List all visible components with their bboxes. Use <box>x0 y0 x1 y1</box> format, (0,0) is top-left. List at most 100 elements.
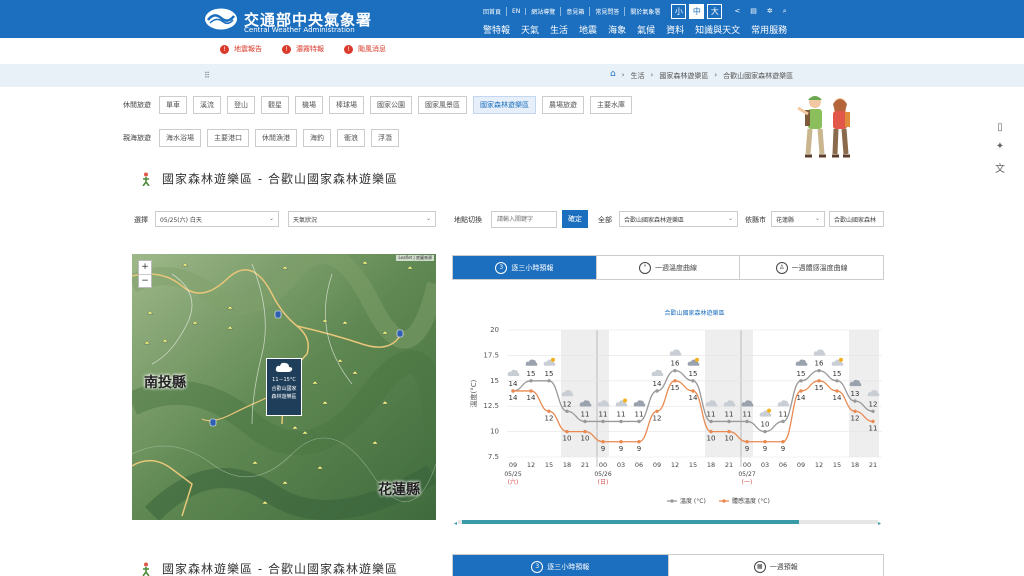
location-search-input[interactable] <box>491 211 557 228</box>
tab-weekly-bottom[interactable]: ▦ 一週預報 <box>669 555 884 576</box>
print-icon[interactable]: ▤ <box>750 7 757 16</box>
breadcrumb-item[interactable]: 生活 <box>631 71 645 81</box>
nav-knowledge[interactable]: 知識與天文 <box>695 23 740 36</box>
chip-cycling[interactable]: 單車 <box>159 96 187 114</box>
chip-scenic-area[interactable]: 國家風景區 <box>418 96 467 114</box>
poi-marker-icon[interactable] <box>406 265 414 270</box>
chip-surfing[interactable]: 衝浪 <box>337 129 365 147</box>
chip-airport[interactable]: 機場 <box>295 96 323 114</box>
tab-weekly-temp[interactable]: ° 一週溫度曲線 <box>597 256 741 279</box>
tab-3hour[interactable]: 3 逐三小時預報 <box>453 256 597 279</box>
chip-hiking[interactable]: 登山 <box>227 96 255 114</box>
alert-typhoon[interactable]: ! 颱風消息 <box>344 44 386 54</box>
poi-marker-icon[interactable] <box>191 320 199 325</box>
translate-icon[interactable]: 文 <box>992 160 1008 175</box>
chip-stargazing[interactable]: 觀星 <box>261 96 289 114</box>
data-point <box>871 409 875 413</box>
chip-farm[interactable]: 農場旅遊 <box>542 96 584 114</box>
tab-3hour-bottom[interactable]: 3 逐三小時預報 <box>453 555 669 576</box>
weather-select[interactable]: 天氣狀況 ⌄ <box>288 211 436 227</box>
gear-icon[interactable]: ✲ <box>767 7 773 16</box>
poi-marker-icon[interactable] <box>181 262 189 267</box>
chip-national-park[interactable]: 國家公園 <box>370 96 412 114</box>
chip-baseball[interactable]: 棒球場 <box>329 96 364 114</box>
poi-marker-icon[interactable] <box>146 310 154 315</box>
chip-sea-fishing[interactable]: 海釣 <box>303 129 331 147</box>
menu-dots-icon[interactable]: ⠿ <box>204 71 210 80</box>
poi-marker-icon[interactable] <box>261 500 269 505</box>
chip-fishing-port[interactable]: 休閒漁港 <box>255 129 297 147</box>
confirm-button[interactable]: 確定 <box>562 210 588 228</box>
scroll-left-icon[interactable]: ◂ <box>454 520 457 527</box>
y-tick-label: 7.5 <box>488 453 499 461</box>
nav-marine[interactable]: 海象 <box>608 23 626 36</box>
nav-warnings[interactable]: 警特報 <box>483 23 510 36</box>
nav-climate[interactable]: 氣候 <box>637 23 655 36</box>
link-feedback[interactable]: 意見箱 <box>561 7 591 16</box>
breadcrumb-item[interactable]: 國家森林遊樂區 <box>659 71 708 81</box>
poi-marker-icon[interactable] <box>143 340 151 345</box>
alert-fog[interactable]: ! 濃霧特報 <box>282 44 324 54</box>
nav-services[interactable]: 常用服務 <box>751 23 787 36</box>
chip-river[interactable]: 溪流 <box>193 96 221 114</box>
poi-marker-icon[interactable] <box>281 480 289 485</box>
poi-marker-icon[interactable] <box>226 305 234 310</box>
date-select[interactable]: 05/25(六) 白天 ⌄ <box>155 211 279 227</box>
chip-harbor[interactable]: 主要港口 <box>207 129 249 147</box>
poi-marker-icon[interactable] <box>361 260 369 265</box>
link-sitemap[interactable]: 網站導覽 <box>526 7 562 16</box>
poi-marker-icon[interactable] <box>381 400 389 405</box>
nav-life[interactable]: 生活 <box>550 23 568 36</box>
poi-marker-icon[interactable] <box>321 318 329 323</box>
poi-marker-icon[interactable] <box>316 465 324 470</box>
poi-marker-icon[interactable] <box>336 358 344 363</box>
scrollbar-thumb[interactable] <box>462 520 799 524</box>
data-label: 14 <box>689 394 698 402</box>
poi-marker-icon[interactable] <box>301 430 309 435</box>
home-icon[interactable]: ⌂ <box>610 69 616 81</box>
chip-snorkeling[interactable]: 浮潛 <box>371 129 399 147</box>
poi-marker-icon[interactable] <box>161 338 169 343</box>
poi-marker-icon[interactable] <box>341 320 349 325</box>
font-size-medium[interactable]: 中 <box>689 4 705 19</box>
link-english[interactable]: EN <box>507 8 527 15</box>
share-icon[interactable]: < <box>734 7 740 16</box>
chip-forest-recreation[interactable]: 國家森林遊樂區 <box>473 96 536 114</box>
area2-select[interactable]: 合歡山國家森林 <box>829 211 884 227</box>
area-select[interactable]: 合歡山國家森林遊樂區 ⌄ <box>619 211 738 227</box>
poi-marker-icon[interactable] <box>311 380 319 385</box>
nav-weather[interactable]: 天氣 <box>521 23 539 36</box>
person-temp-icon: ♙ <box>775 261 788 274</box>
document-icon[interactable]: ▯ <box>992 122 1008 133</box>
link-home[interactable]: 回首頁 <box>478 7 508 16</box>
poi-marker-icon[interactable] <box>321 400 329 405</box>
nav-data[interactable]: 資料 <box>666 23 684 36</box>
poi-marker-icon[interactable] <box>381 330 389 335</box>
county-select[interactable]: 花蓮縣 ⌄ <box>771 211 825 227</box>
area-select-value: 合歡山國家森林遊樂區 <box>624 217 685 224</box>
poi-marker-icon[interactable] <box>281 265 289 270</box>
chip-beach[interactable]: 海水浴場 <box>159 129 201 147</box>
data-point <box>565 409 569 413</box>
tab-weekly-feels[interactable]: ♙ 一週體感溫度曲線 <box>740 256 883 279</box>
weather-icon <box>795 359 808 366</box>
chip-reservoir[interactable]: 主要水庫 <box>590 96 632 114</box>
font-size-small[interactable]: 小 <box>671 4 687 19</box>
sparkle-icon[interactable]: ✦ <box>992 141 1008 152</box>
poi-marker-icon[interactable] <box>251 460 259 465</box>
map-view[interactable]: + − Leaflet | 底圖來源 南投縣 花蓮縣 11－15°C 合歡山國家… <box>132 254 436 520</box>
poi-marker-icon[interactable] <box>371 440 379 445</box>
alert-earthquake[interactable]: ! 地震報告 <box>220 44 262 54</box>
search-icon[interactable]: ⌕ <box>783 7 787 16</box>
poi-marker-icon[interactable] <box>226 325 234 330</box>
poi-marker-icon[interactable] <box>351 370 359 375</box>
link-about[interactable]: 關於氣象署 <box>625 7 665 16</box>
link-faq[interactable]: 常見問答 <box>590 7 626 16</box>
scroll-right-icon[interactable]: ▸ <box>878 520 881 527</box>
nav-earthquake[interactable]: 地震 <box>579 23 597 36</box>
font-size-large[interactable]: 大 <box>707 4 723 19</box>
poi-marker-icon[interactable] <box>291 425 299 430</box>
data-point <box>619 440 623 444</box>
weather-icon <box>759 408 772 417</box>
data-label: 11 <box>599 410 608 418</box>
